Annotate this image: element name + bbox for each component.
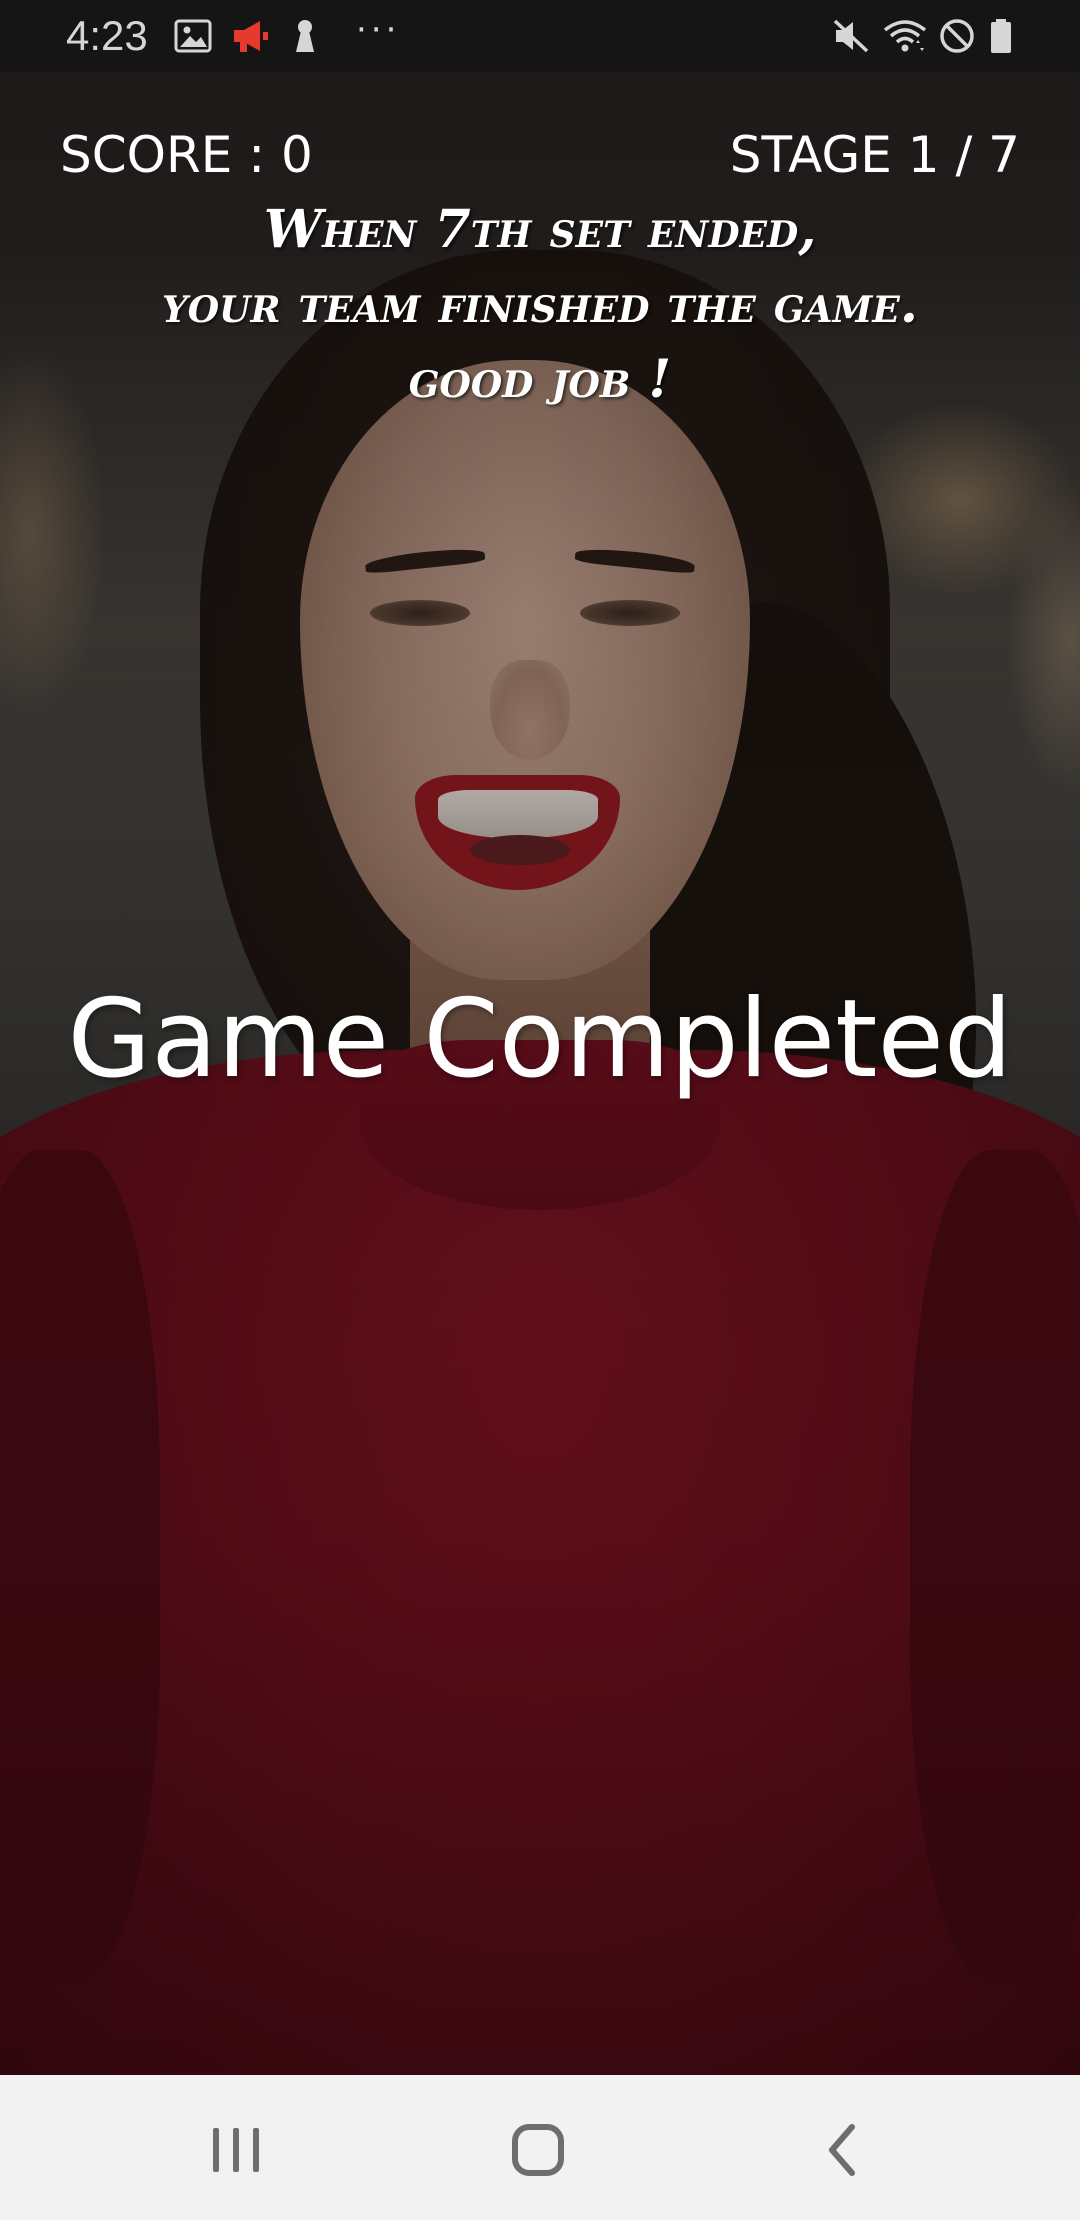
stage-label: STAGE 1 / 7 bbox=[729, 126, 1020, 184]
keyhole-icon bbox=[296, 20, 314, 52]
home-button[interactable] bbox=[478, 2103, 598, 2193]
wifi-icon bbox=[883, 20, 927, 52]
message-line-2: your team finished the game. bbox=[162, 274, 918, 335]
message-line-1: When 7th set ended, bbox=[263, 199, 817, 260]
recents-button[interactable] bbox=[176, 2103, 296, 2193]
mute-icon bbox=[833, 19, 869, 53]
game-screen: 4:23 ··· SCORE: 0 STAGE 1 / 7 When 7th … bbox=[0, 0, 1080, 2220]
completion-message: When 7th set ended, your team finished t… bbox=[40, 192, 1040, 417]
game-completed-title: Game Completed bbox=[67, 977, 1013, 1102]
status-time: 4:23 bbox=[66, 12, 148, 59]
gallery-icon bbox=[174, 19, 212, 53]
score-label: SCORE : 0 bbox=[60, 126, 313, 184]
navigation-bar bbox=[0, 2075, 1080, 2220]
more-icon: ··· bbox=[356, 10, 401, 50]
message-line-3: good job ! bbox=[408, 349, 672, 410]
megaphone-icon bbox=[234, 21, 268, 52]
battery-icon bbox=[991, 19, 1011, 53]
back-button[interactable] bbox=[782, 2103, 902, 2193]
do-not-disturb-icon bbox=[940, 19, 974, 53]
status-bar: 4:23 ··· bbox=[0, 0, 1080, 72]
